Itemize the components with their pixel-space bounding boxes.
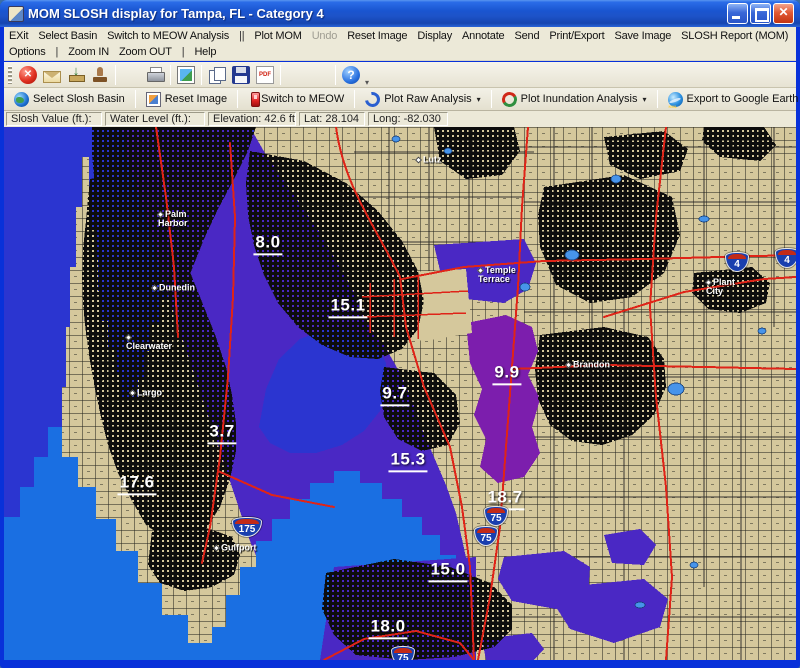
- slosh-map-canvas[interactable]: [4, 127, 796, 660]
- action-button-label: Plot Raw Analysis: [384, 93, 471, 105]
- menu-item-save-image[interactable]: Save Image: [609, 30, 676, 42]
- menu-item-switch-to-meow-analysis[interactable]: Switch to MEOW Analysis: [102, 30, 234, 42]
- zoom-out-icon: [311, 66, 329, 84]
- menu-bar-row-1: EXitSelect BasinSwitch to MEOW Analysis|…: [4, 27, 796, 44]
- action-toolbar: Select Slosh Basin Reset Image Switch to M…: [4, 88, 796, 111]
- menu-item-send[interactable]: Send: [509, 30, 544, 42]
- toolbar-separator: [135, 90, 136, 108]
- status-bar: Slosh Value (ft.):Water Level (ft.):Elev…: [4, 111, 796, 127]
- app-window: MOM SLOSH display for Tampa, FL - Catego…: [0, 0, 800, 668]
- menu-item-plot-mom[interactable]: Plot MOM: [249, 30, 306, 42]
- toolbar-separator: [335, 65, 336, 85]
- menu-item-zoom-out[interactable]: Zoom OUT: [114, 46, 177, 58]
- toolbar-separator: [115, 65, 116, 85]
- toolbar-button-print-icon[interactable]: [143, 64, 167, 86]
- status-segment-long: Long: -82.030: [368, 112, 448, 126]
- menu-separator: ||: [234, 30, 249, 42]
- print-icon: [146, 67, 164, 85]
- status-segment-slosh-value-ft: Slosh Value (ft.):: [6, 112, 102, 126]
- status-segment-water-level-ft: Water Level (ft.):: [105, 112, 205, 126]
- toolbar-button-save-image-icon[interactable]: [119, 64, 143, 86]
- action-button-export-to-google-earth[interactable]: Export to Google Earth▾: [662, 90, 800, 109]
- menu-item-undo[interactable]: Undo: [307, 30, 343, 42]
- dropdown-caret-icon[interactable]: ▾: [477, 95, 481, 104]
- toolbar-button-help-icon[interactable]: [339, 64, 363, 86]
- toolbar-button-save-icon[interactable]: [229, 64, 253, 86]
- action-button-label: Export to Google Earth: [687, 93, 799, 105]
- toolbar-button-email-icon[interactable]: [40, 64, 64, 86]
- toolbar-button-stamp-icon[interactable]: [88, 64, 112, 86]
- menu-separator: |: [177, 46, 190, 58]
- save-image-icon: [122, 66, 140, 84]
- toolbar-separator: [491, 90, 492, 108]
- menu-item-display[interactable]: Display: [412, 30, 457, 42]
- toolbar-separator: [354, 90, 355, 108]
- import-icon: [67, 66, 85, 84]
- action-button-switch-to-meow[interactable]: Switch to MEOW: [242, 90, 350, 109]
- window-title: MOM SLOSH display for Tampa, FL - Catego…: [28, 6, 725, 21]
- action-button-label: Select Slosh Basin: [33, 93, 125, 105]
- menu-item-print-export[interactable]: Print/Export: [544, 30, 609, 42]
- slosh-map[interactable]: 8.015.19.79.93.717.615.318.715.018.0Palm…: [4, 127, 796, 660]
- toolbar-separator: [170, 65, 171, 85]
- menu-item-help[interactable]: Help: [189, 46, 221, 58]
- raw-analysis-icon: [362, 89, 383, 110]
- action-button-label: Switch to MEOW: [261, 93, 344, 105]
- toolbar-separator: [201, 65, 202, 85]
- menu-item-reset-image[interactable]: Reset Image: [342, 30, 412, 42]
- menu-item-zoom-in[interactable]: Zoom IN: [63, 46, 114, 58]
- reset-image-icon: [146, 92, 161, 107]
- save-icon: [232, 66, 250, 84]
- toolbar-button-copy-icon[interactable]: [205, 64, 229, 86]
- action-button-plot-inundation-analysis[interactable]: Plot Inundation Analysis ▾: [496, 90, 653, 109]
- action-button-reset-image[interactable]: Reset Image: [140, 90, 233, 109]
- close-button[interactable]: [773, 3, 794, 24]
- menu-item-slosh-report-mom[interactable]: SLOSH Report (MOM): [676, 30, 793, 42]
- inundation-icon: [500, 90, 518, 108]
- menu-item-options[interactable]: Options: [4, 46, 51, 58]
- google-earth-icon: [668, 92, 683, 107]
- minimize-button[interactable]: [727, 3, 748, 24]
- action-button-plot-raw-analysis[interactable]: Plot Raw Analysis ▾: [359, 90, 486, 109]
- toolbar-separator: [280, 65, 281, 85]
- toolbar-button-exit-icon[interactable]: [16, 64, 40, 86]
- email-icon: [43, 71, 61, 83]
- toolbar-separator: [237, 90, 238, 108]
- toolbar-button-zoom-in-icon[interactable]: [284, 64, 308, 86]
- meow-icon: [251, 92, 260, 107]
- action-button-label: Plot Inundation Analysis: [521, 93, 638, 105]
- toolbar-button-import-icon[interactable]: [64, 64, 88, 86]
- action-button-label: Reset Image: [165, 93, 227, 105]
- toolbar-button-pdf-icon[interactable]: [253, 64, 277, 86]
- toolbar-separator: [657, 90, 658, 108]
- menu-separator: |: [51, 46, 64, 58]
- stamp-icon: [91, 66, 109, 84]
- menu-item-select-basin[interactable]: Select Basin: [33, 30, 102, 42]
- menu-bar-row-2: Options|Zoom INZoom OUT|Help: [4, 44, 796, 61]
- toolbar-button-picture-icon[interactable]: [174, 64, 198, 86]
- status-segment-elevation: Elevation: 42.6 ft.: [208, 112, 296, 126]
- maximize-button[interactable]: [750, 3, 771, 24]
- app-icon: [8, 6, 24, 22]
- menu-item-annotate[interactable]: Annotate: [457, 30, 509, 42]
- toolbar-grip[interactable]: [8, 66, 12, 84]
- action-button-select-slosh-basin[interactable]: Select Slosh Basin: [8, 90, 131, 109]
- help-icon: [342, 66, 360, 84]
- title-bar[interactable]: MOM SLOSH display for Tampa, FL - Catego…: [0, 0, 800, 27]
- picture-icon: [177, 66, 195, 84]
- toolbar-overflow-caret[interactable]: ▾: [365, 78, 369, 87]
- exit-icon: [19, 66, 37, 84]
- menu-item-exit[interactable]: EXit: [4, 30, 33, 42]
- zoom-in-icon: [287, 66, 305, 84]
- dropdown-caret-icon[interactable]: ▾: [642, 95, 646, 104]
- pdf-icon: [256, 66, 274, 84]
- globe-icon: [14, 92, 29, 107]
- copy-icon: [208, 66, 226, 84]
- status-segment-lat: Lat: 28.104: [299, 112, 365, 126]
- icon-toolbar: ▾: [4, 62, 796, 88]
- toolbar-button-zoom-out-icon[interactable]: [308, 64, 332, 86]
